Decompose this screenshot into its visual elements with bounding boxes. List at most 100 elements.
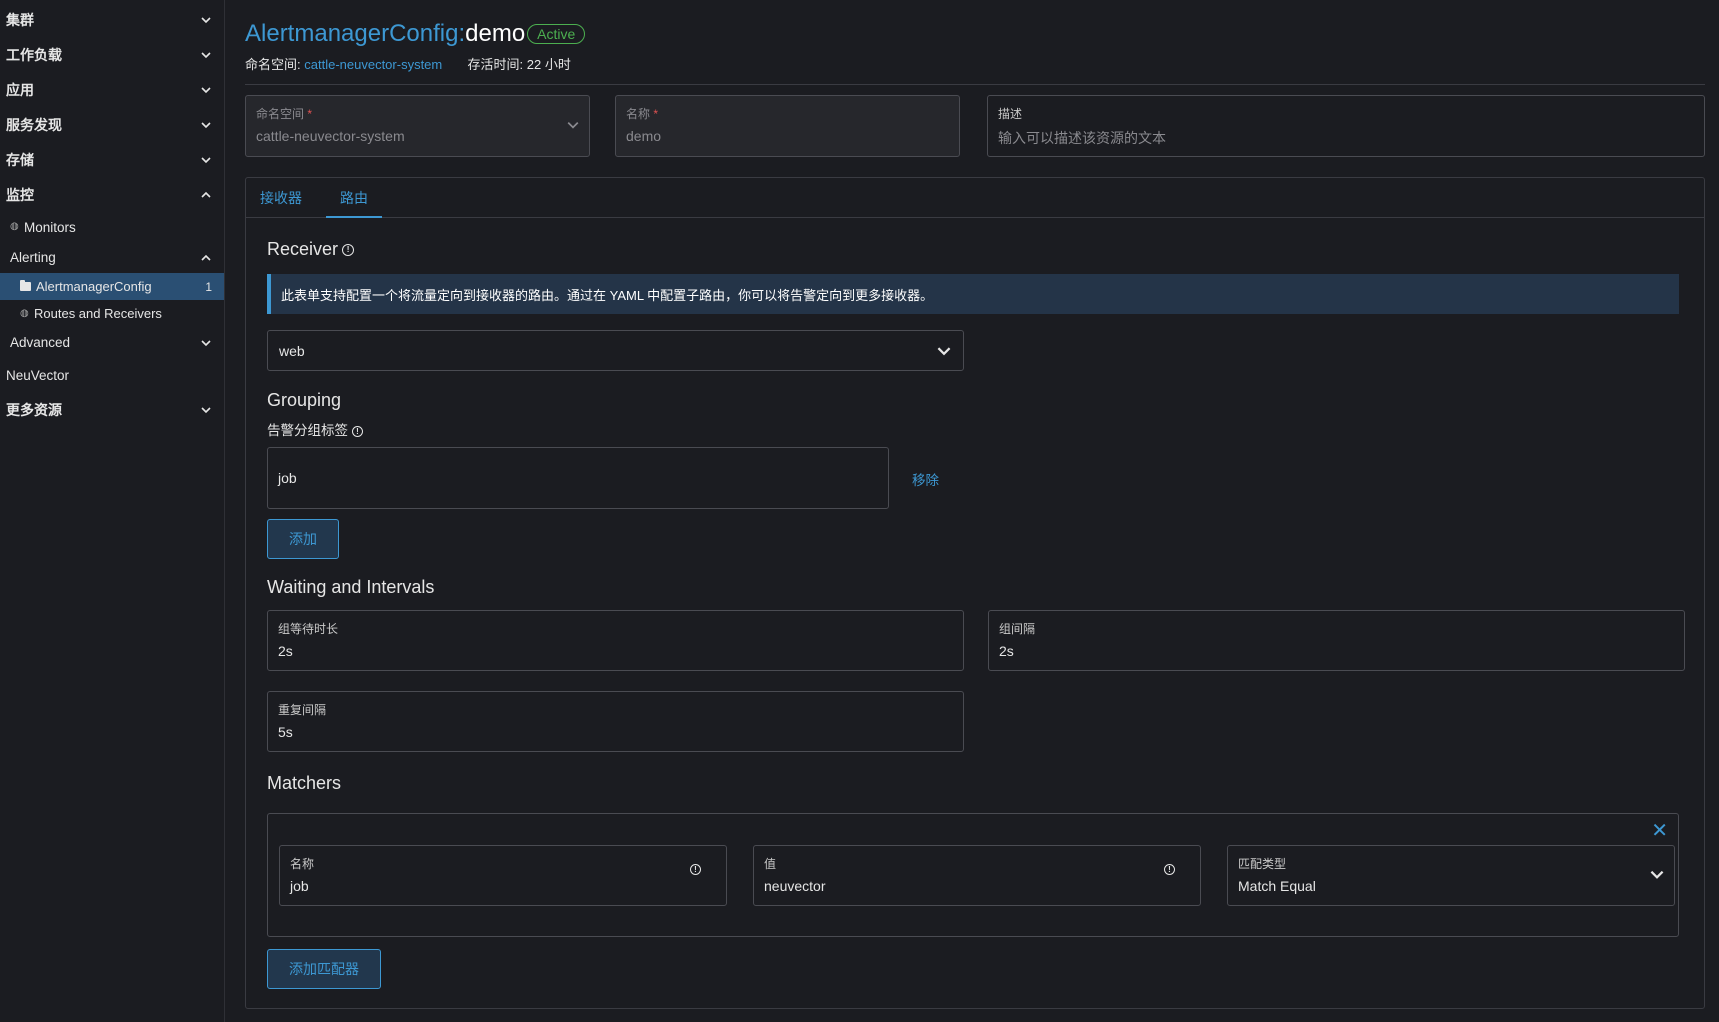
- namespace-label: 命名空间:: [245, 57, 301, 72]
- tabs-panel: 接收器 路由 Receiver! 此表单支持配置一个将流量定向到接收器的路由。通…: [245, 177, 1705, 1009]
- nav-group-monitoring[interactable]: 监控: [0, 177, 224, 212]
- nav-group-label: 应用: [6, 81, 34, 98]
- nav-group-label: 服务发现: [6, 116, 62, 133]
- chevron-down-icon: [198, 82, 214, 98]
- matcher-name-field[interactable]: 名称 job !: [279, 845, 727, 906]
- group-wait-label: 组等待时长: [278, 622, 339, 636]
- name-field[interactable]: 名称 * demo: [615, 95, 960, 157]
- nav-sub-label: Alerting: [10, 250, 56, 265]
- chevron-down-icon: [198, 47, 214, 63]
- nav-group-more-resources[interactable]: 更多资源: [0, 392, 224, 427]
- nav-item-alertmanager-config[interactable]: AlertmanagerConfig 1: [0, 273, 224, 300]
- age-value: 22 小时: [526, 57, 571, 72]
- grouping-label-value: job: [278, 470, 297, 486]
- matcher-name-value: job: [290, 878, 309, 894]
- namespace-field-label: 命名空间: [256, 107, 305, 121]
- nav-item-label: NeuVector: [6, 367, 70, 383]
- matcher-type-select[interactable]: 匹配类型 Match Equal: [1227, 845, 1675, 906]
- tab-routes[interactable]: 路由: [326, 178, 382, 218]
- grouping-label-input[interactable]: job: [267, 447, 889, 509]
- chevron-down-icon: [1650, 867, 1664, 884]
- matcher-type-label: 匹配类型: [1238, 857, 1287, 871]
- grouping-label: 告警分组标签!: [267, 419, 363, 439]
- info-icon[interactable]: !: [690, 864, 701, 875]
- tabs-bar: 接收器 路由: [246, 178, 1704, 218]
- age-label: 存活时间:: [467, 57, 524, 72]
- close-icon[interactable]: ✕: [1651, 818, 1668, 843]
- namespace-select[interactable]: 命名空间 * cattle-neuvector-system: [245, 95, 590, 157]
- nav-item-label: Routes and Receivers: [34, 306, 162, 321]
- group-interval-value: 2s: [999, 643, 1014, 659]
- group-wait-field[interactable]: 组等待时长 2s: [267, 610, 964, 671]
- nav-group-cluster[interactable]: 集群: [0, 2, 224, 37]
- status-badge: Active: [527, 24, 586, 44]
- nav-group-apps[interactable]: 应用: [0, 72, 224, 107]
- chevron-up-icon: [198, 187, 214, 203]
- waiting-heading: Waiting and Intervals: [267, 577, 435, 597]
- chevron-down-icon: [198, 335, 214, 351]
- chevron-down-icon: [567, 118, 579, 134]
- count-badge: 1: [205, 279, 212, 294]
- receiver-heading-text: Receiver: [267, 239, 339, 259]
- description-field[interactable]: 描述 输入可以描述该资源的文本: [987, 95, 1705, 157]
- group-interval-label: 组间隔: [999, 622, 1036, 636]
- nav-group-workload[interactable]: 工作负载: [0, 37, 224, 72]
- add-matcher-button[interactable]: 添加匹配器: [267, 949, 381, 989]
- grouping-label-text: 告警分组标签: [267, 423, 348, 438]
- folder-icon: [20, 280, 31, 291]
- chevron-down-icon: [198, 402, 214, 418]
- resource-name: demo: [465, 20, 526, 47]
- matchers-heading: Matchers: [267, 773, 342, 793]
- remove-button[interactable]: 移除: [912, 469, 939, 489]
- info-icon[interactable]: !: [352, 425, 363, 437]
- chevron-down-icon: [937, 344, 951, 361]
- group-interval-field[interactable]: 组间隔 2s: [988, 610, 1685, 671]
- nav-sub-advanced[interactable]: Advanced: [0, 327, 224, 358]
- nav-group-storage[interactable]: 存储: [0, 142, 224, 177]
- info-banner: 此表单支持配置一个将流量定向到接收器的路由。通过在 YAML 中配置子路由，你可…: [267, 274, 1679, 314]
- tab-receivers[interactable]: 接收器: [246, 178, 316, 218]
- resource-meta: 命名空间: cattle-neuvector-system 存活时间: 22 小…: [245, 54, 571, 73]
- name-field-label: 名称: [626, 107, 651, 121]
- info-icon[interactable]: !: [1164, 864, 1175, 875]
- repeat-interval-field[interactable]: 重复间隔 5s: [267, 691, 964, 752]
- matcher-type-value: Match Equal: [1238, 878, 1316, 894]
- namespace-field-value: cattle-neuvector-system: [256, 128, 405, 144]
- nav-sub-alerting[interactable]: Alerting: [0, 242, 224, 273]
- nav-group-label: 集群: [6, 11, 34, 28]
- repeat-interval-value: 5s: [278, 724, 293, 740]
- add-button[interactable]: 添加: [267, 519, 339, 559]
- matcher-value-label: 值: [764, 857, 777, 871]
- globe-icon: ◍: [20, 307, 29, 319]
- page-title: AlertmanagerConfig: demo Active: [245, 20, 586, 48]
- nav-item-monitors[interactable]: ◍ Monitors: [0, 212, 224, 242]
- resource-type-link[interactable]: AlertmanagerConfig:: [245, 20, 465, 48]
- matcher-row: ✕ 名称 job ! 值 neuvector ! 匹配类型 Match Equa…: [267, 813, 1679, 937]
- nav-group-label: 存储: [6, 151, 34, 168]
- description-placeholder: 输入可以描述该资源的文本: [998, 130, 1166, 146]
- nav-item-routes-receivers[interactable]: ◍ Routes and Receivers: [0, 300, 224, 327]
- nav-item-label: AlertmanagerConfig: [36, 279, 152, 294]
- nav-group-service-discovery[interactable]: 服务发现: [0, 107, 224, 142]
- matcher-name-label: 名称: [290, 857, 315, 871]
- nav-group-label: 监控: [6, 186, 34, 203]
- nav-group-label: 更多资源: [6, 401, 62, 418]
- chevron-down-icon: [198, 152, 214, 168]
- sidebar: 集群 工作负载 应用 服务发现 存储 监控 ◍ Monitors Alertin…: [0, 0, 225, 1022]
- group-wait-value: 2s: [278, 643, 293, 659]
- grouping-heading: Grouping: [267, 390, 342, 410]
- info-icon[interactable]: !: [342, 244, 355, 257]
- globe-icon: ◍: [10, 221, 19, 232]
- matcher-value-field[interactable]: 值 neuvector !: [753, 845, 1201, 906]
- receiver-heading: Receiver!: [267, 239, 355, 260]
- name-field-value: demo: [626, 128, 662, 144]
- divider: [245, 84, 1705, 85]
- receiver-select[interactable]: web: [267, 330, 964, 371]
- namespace-link[interactable]: cattle-neuvector-system: [304, 57, 442, 72]
- nav-group-label: 工作负载: [6, 46, 62, 63]
- repeat-interval-label: 重复间隔: [278, 703, 327, 717]
- chevron-down-icon: [198, 117, 214, 133]
- description-field-label: 描述: [998, 107, 1023, 121]
- nav-item-neuvector[interactable]: NeuVector: [0, 358, 224, 392]
- chevron-down-icon: [198, 12, 214, 28]
